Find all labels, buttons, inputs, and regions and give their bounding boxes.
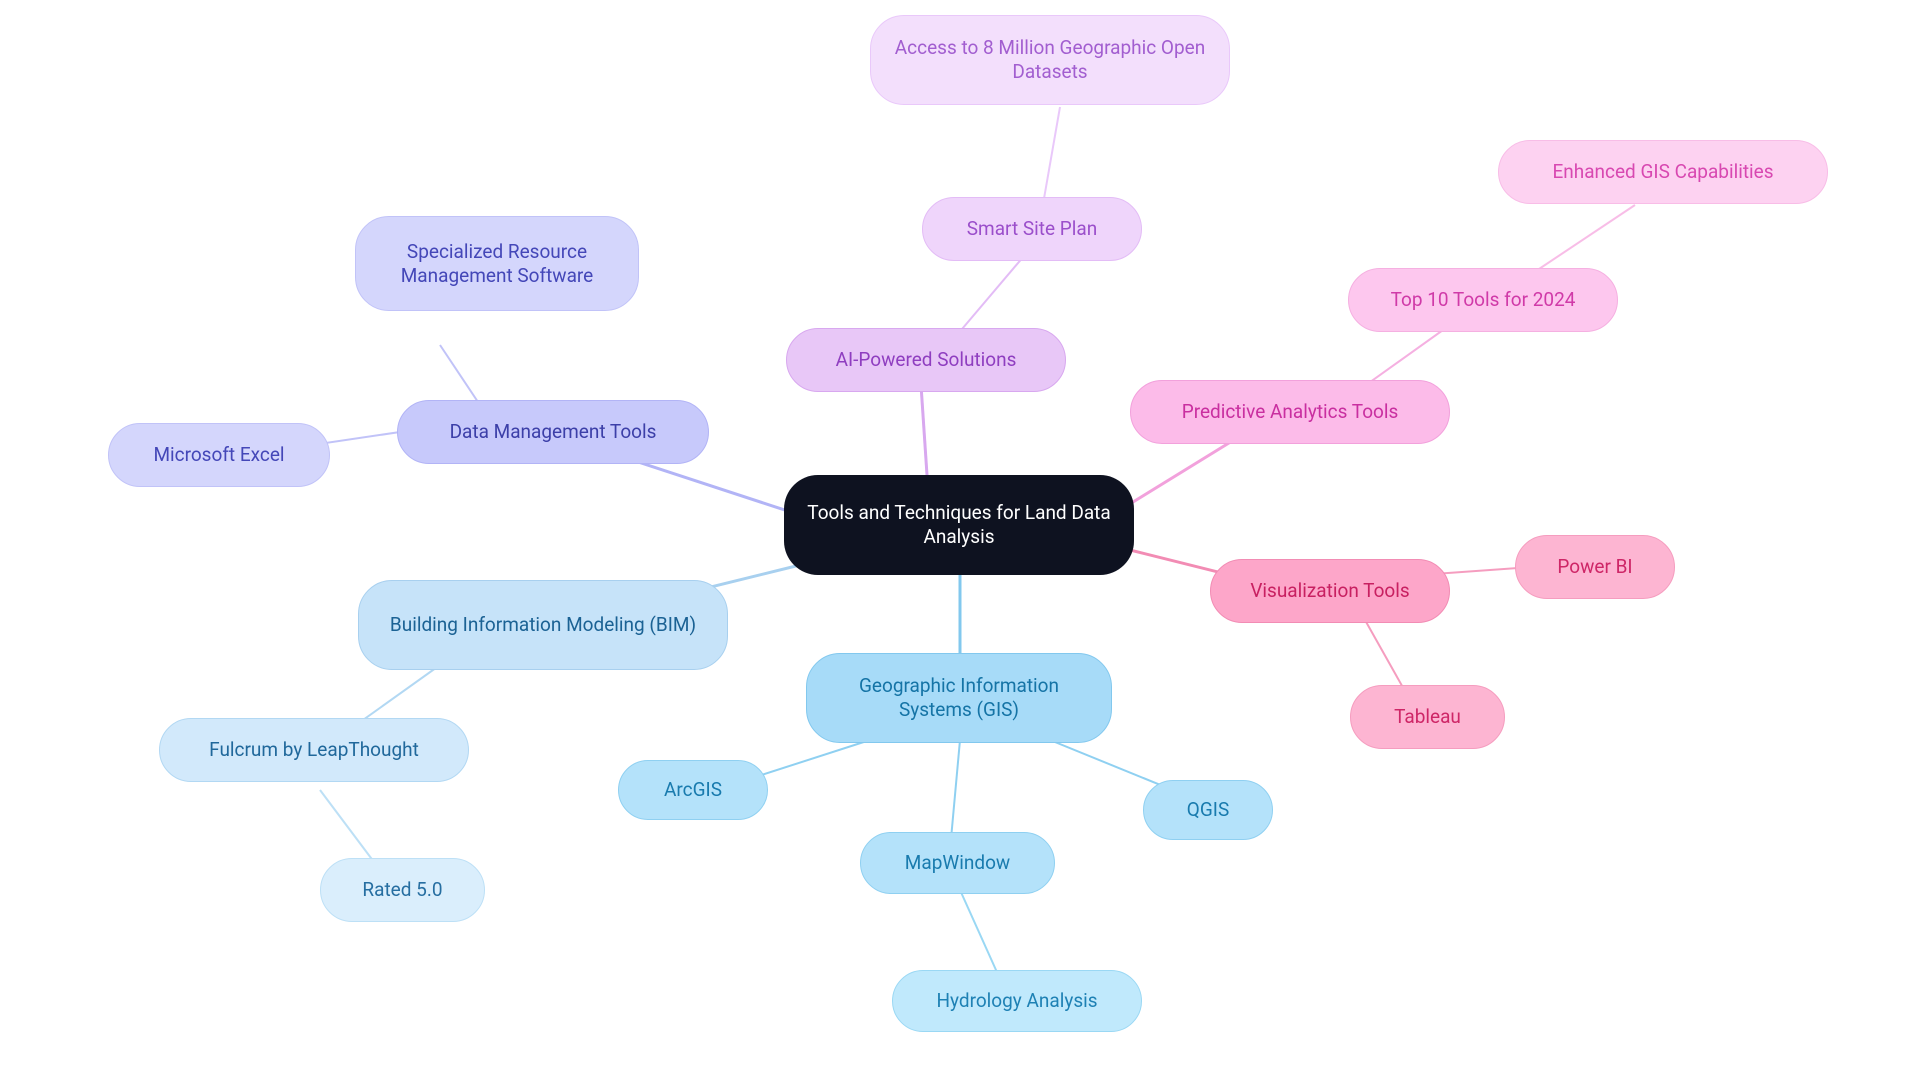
node-fulcrum-label: Fulcrum by LeapThought [209,738,419,762]
node-excel[interactable]: Microsoft Excel [108,423,330,487]
mindmap-canvas: Tools and Techniques for Land Data Analy… [0,0,1920,1083]
node-specialized[interactable]: Specialized Resource Management Software [355,216,639,311]
branch-ai[interactable]: AI-Powered Solutions [786,328,1066,392]
root-node[interactable]: Tools and Techniques for Land Data Analy… [784,475,1134,575]
branch-pa-label: Predictive Analytics Tools [1182,400,1399,424]
node-datasets-label: Access to 8 Million Geographic Open Data… [893,36,1207,84]
branch-bim[interactable]: Building Information Modeling (BIM) [358,580,728,670]
node-powerbi-label: Power BI [1557,555,1632,579]
node-hydrology-label: Hydrology Analysis [936,989,1097,1013]
root-label: Tools and Techniques for Land Data Analy… [806,501,1112,549]
node-smart-site-label: Smart Site Plan [967,217,1097,241]
node-tableau-label: Tableau [1394,705,1461,729]
node-excel-label: Microsoft Excel [153,443,284,467]
node-fulcrum[interactable]: Fulcrum by LeapThought [159,718,469,782]
node-qgis[interactable]: QGIS [1143,780,1273,840]
node-datasets[interactable]: Access to 8 Million Geographic Open Data… [870,15,1230,105]
node-smart-site[interactable]: Smart Site Plan [922,197,1142,261]
node-qgis-label: QGIS [1187,798,1229,822]
node-top10[interactable]: Top 10 Tools for 2024 [1348,268,1618,332]
node-arcgis-label: ArcGIS [664,778,722,802]
node-mapwindow[interactable]: MapWindow [860,832,1055,894]
node-arcgis[interactable]: ArcGIS [618,760,768,820]
node-enhanced-gis[interactable]: Enhanced GIS Capabilities [1498,140,1828,204]
branch-pa[interactable]: Predictive Analytics Tools [1130,380,1450,444]
branch-gis-label: Geographic Information Systems (GIS) [829,674,1089,722]
node-tableau[interactable]: Tableau [1350,685,1505,749]
node-powerbi[interactable]: Power BI [1515,535,1675,599]
branch-bim-label: Building Information Modeling (BIM) [390,613,696,637]
node-rated-label: Rated 5.0 [362,878,442,902]
branch-gis[interactable]: Geographic Information Systems (GIS) [806,653,1112,743]
branch-vz-label: Visualization Tools [1250,579,1409,603]
node-specialized-label: Specialized Resource Management Software [378,240,616,288]
branch-dm-label: Data Management Tools [450,420,657,444]
branch-vz[interactable]: Visualization Tools [1210,559,1450,623]
branch-dm[interactable]: Data Management Tools [397,400,709,464]
node-mapwindow-label: MapWindow [905,851,1010,875]
node-top10-label: Top 10 Tools for 2024 [1391,288,1576,312]
node-hydrology[interactable]: Hydrology Analysis [892,970,1142,1032]
node-rated[interactable]: Rated 5.0 [320,858,485,922]
node-enhanced-gis-label: Enhanced GIS Capabilities [1552,160,1773,184]
branch-ai-label: AI-Powered Solutions [836,348,1017,372]
